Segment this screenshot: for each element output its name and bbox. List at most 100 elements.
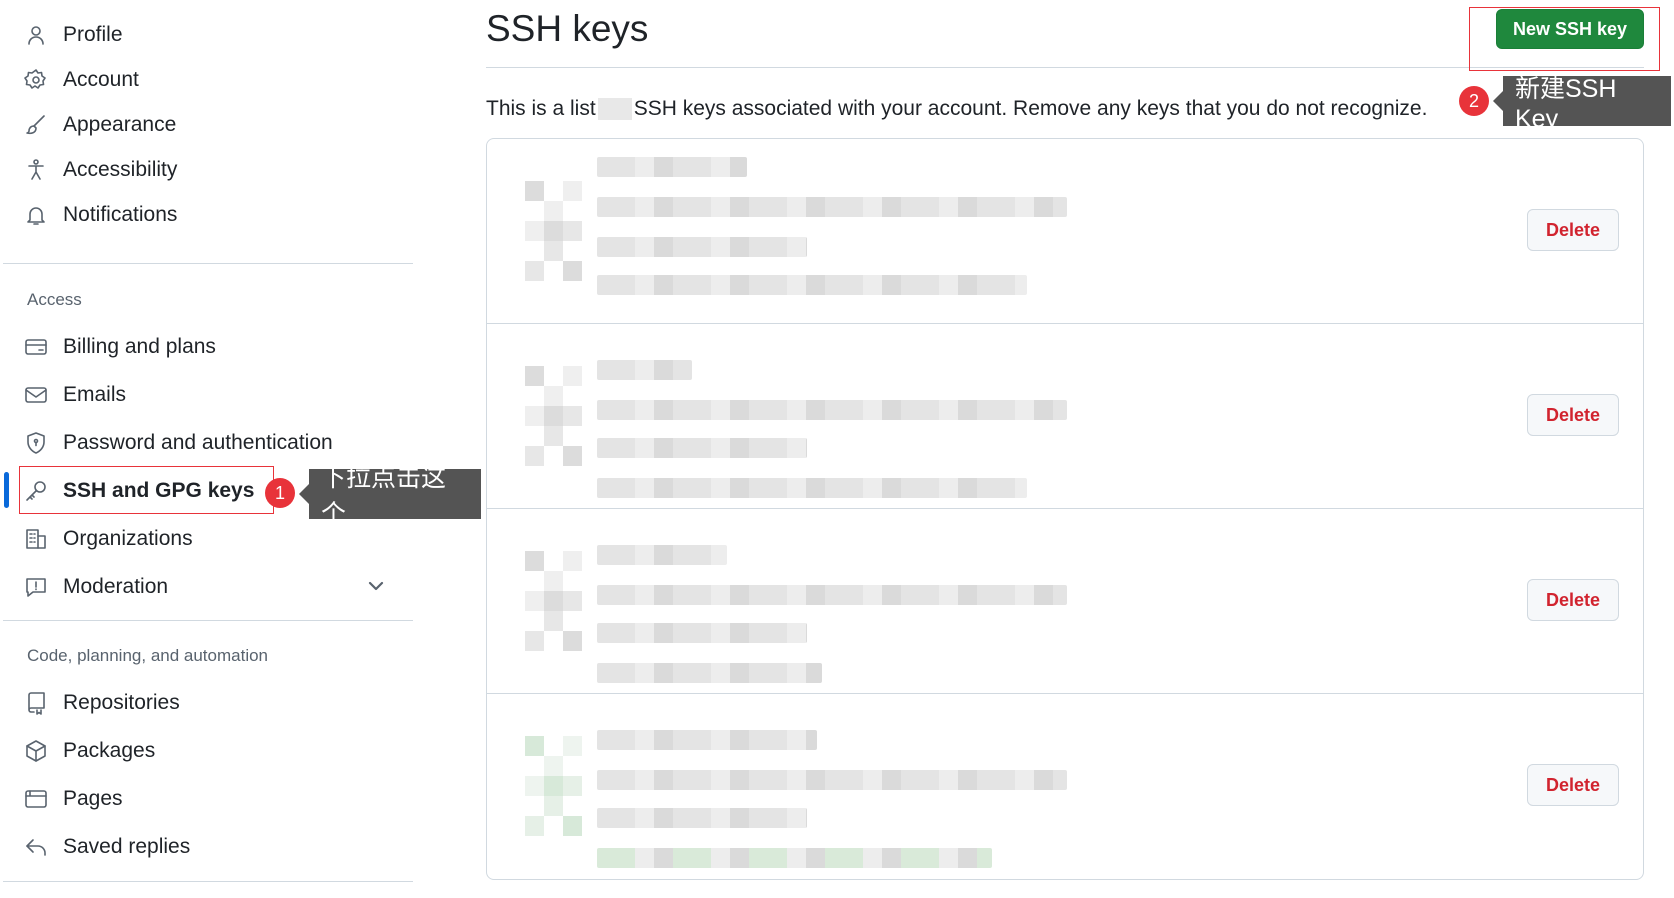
redacted-block <box>563 591 582 611</box>
paintbrush-icon <box>22 111 50 139</box>
redacted-text <box>597 808 807 828</box>
redacted-block <box>563 551 582 571</box>
accessibility-icon <box>22 156 50 184</box>
sidebar-item-label: Organizations <box>63 527 193 550</box>
redacted-text <box>597 848 992 868</box>
sidebar-item-account[interactable]: Account <box>22 60 139 100</box>
redacted-block <box>563 261 582 281</box>
shield-icon <box>22 429 50 457</box>
redacted-text <box>597 478 1027 498</box>
organization-icon <box>22 525 50 553</box>
redacted-block <box>544 571 563 591</box>
redacted-text <box>597 585 1067 605</box>
redacted-block <box>563 366 582 386</box>
redacted-text <box>597 275 1027 295</box>
delete-key-button[interactable]: Delete <box>1527 764 1619 806</box>
sidebar-item-accessibility[interactable]: Accessibility <box>22 150 177 190</box>
redacted-block <box>544 611 563 631</box>
package-icon <box>22 737 50 765</box>
sidebar-item-billing[interactable]: Billing and plans <box>22 327 216 367</box>
redacted-block <box>544 776 563 796</box>
page-title: SSH keys <box>486 8 649 49</box>
redacted-text <box>597 623 807 643</box>
redacted-block <box>525 261 544 281</box>
sidebar-item-packages[interactable]: Packages <box>22 731 155 771</box>
sidebar-item-moderation[interactable]: Moderation <box>22 567 168 607</box>
ssh-keys-list: Delete Delete Delete Delete <box>486 138 1644 880</box>
sidebar-item-password[interactable]: Password and authentication <box>22 423 333 463</box>
annotation-highlight-box <box>19 466 274 514</box>
sidebar-item-pages[interactable]: Pages <box>22 779 123 819</box>
sidebar-item-label: Accessibility <box>63 158 178 181</box>
annotation-tooltip-1: 下拉点击这个 <box>299 464 481 528</box>
redacted-block <box>525 221 544 241</box>
annotation-badge-1: 1 <box>265 478 295 508</box>
sidebar-item-label: Emails <box>63 383 127 406</box>
gear-icon <box>22 66 50 94</box>
redacted-text <box>597 98 632 121</box>
delete-key-button[interactable]: Delete <box>1527 209 1619 251</box>
annotation-badge-2: 2 <box>1459 86 1489 116</box>
redacted-block <box>563 631 582 651</box>
redacted-block <box>525 591 544 611</box>
ssh-key-row: Delete <box>487 139 1643 324</box>
redacted-block <box>563 736 582 756</box>
sidebar-item-organizations[interactable]: Organizations <box>22 519 193 559</box>
redacted-text <box>597 360 692 380</box>
intro-text: This is a list SSH keys associated with y… <box>486 97 1427 121</box>
redacted-text <box>597 157 747 177</box>
sidebar-item-profile[interactable]: Profile <box>22 15 123 55</box>
sidebar-divider <box>3 881 413 882</box>
sidebar-item-label: Password and authentication <box>63 431 333 454</box>
bell-icon <box>22 201 50 229</box>
delete-key-button[interactable]: Delete <box>1527 394 1619 436</box>
sidebar-item-label: Notifications <box>63 203 178 226</box>
redacted-block <box>525 736 544 756</box>
chevron-down-icon[interactable] <box>365 575 387 597</box>
sidebar-divider <box>3 263 413 264</box>
redacted-block <box>563 816 582 836</box>
redacted-text <box>597 730 817 750</box>
key-icon <box>525 177 585 287</box>
redacted-text <box>597 545 727 565</box>
intro-text-start: This is a list <box>486 97 596 120</box>
key-icon <box>525 732 585 842</box>
intro-text-end: SSH keys associated with your account. R… <box>633 97 1428 120</box>
sidebar-item-emails[interactable]: Emails <box>22 375 126 415</box>
mail-icon <box>22 381 50 409</box>
redacted-block <box>544 591 563 611</box>
sidebar-item-label: Pages <box>63 787 123 810</box>
ssh-key-row: Delete <box>487 324 1643 509</box>
sidebar-item-label: Saved replies <box>63 835 191 858</box>
redacted-block <box>525 551 544 571</box>
redacted-text <box>597 237 807 257</box>
redacted-block <box>525 776 544 796</box>
redacted-block <box>544 406 563 426</box>
sidebar-item-notifications[interactable]: Notifications <box>22 195 177 235</box>
redacted-block <box>563 776 582 796</box>
key-icon <box>525 547 585 657</box>
credit-card-icon <box>22 333 50 361</box>
redacted-text <box>597 197 1067 217</box>
redacted-block <box>544 386 563 406</box>
redacted-block <box>525 181 544 201</box>
redacted-text <box>597 438 807 458</box>
sidebar-section-access: Access <box>27 290 82 309</box>
redacted-block <box>525 406 544 426</box>
sidebar-item-saved-replies[interactable]: Saved replies <box>22 827 190 867</box>
redacted-block <box>525 816 544 836</box>
redacted-block <box>544 201 563 221</box>
sidebar-divider <box>3 620 413 621</box>
reply-icon <box>22 833 50 861</box>
redacted-text <box>597 663 822 683</box>
redacted-block <box>544 756 563 776</box>
redacted-text <box>597 400 1067 420</box>
redacted-block <box>525 446 544 466</box>
sidebar-section-code: Code, planning, and automation <box>27 646 269 665</box>
ssh-key-row: Delete <box>487 694 1643 879</box>
sidebar-item-appearance[interactable]: Appearance <box>22 105 176 145</box>
sidebar-item-repositories[interactable]: Repositories <box>22 683 180 723</box>
sidebar-item-label: Appearance <box>63 113 177 136</box>
delete-key-button[interactable]: Delete <box>1527 579 1619 621</box>
redacted-block <box>525 631 544 651</box>
